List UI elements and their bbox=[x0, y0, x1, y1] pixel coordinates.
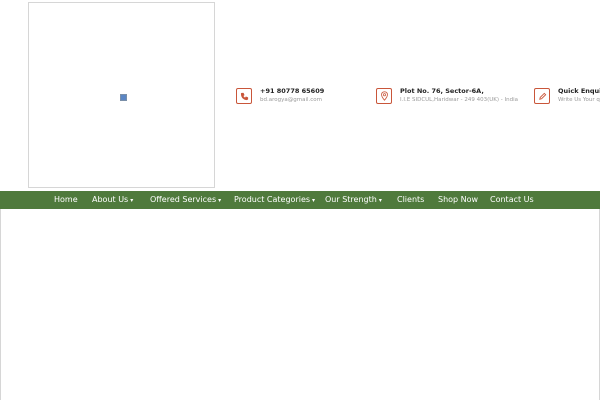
nav-item-product-categories[interactable]: Product Categories ▾ bbox=[234, 195, 315, 206]
contact-phone[interactable]: +91 80778 65609 bd.arogya@gmail.com bbox=[236, 87, 324, 104]
phone-icon bbox=[236, 88, 252, 104]
nav-label: Our Strength bbox=[325, 195, 377, 204]
address-line-1: Plot No. 76, Sector-6A, bbox=[400, 87, 484, 95]
contact-address: Plot No. 76, Sector-6A, I.I.E SIDCUL,Har… bbox=[376, 87, 518, 104]
phone-number[interactable]: +91 80778 65609 bbox=[260, 87, 324, 96]
main-navigation: Home About Us ▾ Offered Services ▾ Product… bbox=[0, 191, 600, 209]
map-pin-icon bbox=[376, 88, 392, 104]
nav-label: Offered Services bbox=[150, 195, 217, 204]
nav-label: Home bbox=[54, 195, 78, 204]
nav-label: Clients bbox=[397, 195, 425, 204]
caret-down-icon: ▾ bbox=[130, 197, 134, 204]
logo-container[interactable] bbox=[28, 2, 215, 188]
caret-down-icon: ▾ bbox=[378, 197, 382, 204]
main-content-area bbox=[0, 209, 600, 400]
nav-item-clients[interactable]: Clients bbox=[397, 195, 424, 205]
nav-label: Contact Us bbox=[490, 195, 534, 204]
enquiry-title[interactable]: Quick Enquiry bbox=[558, 87, 600, 96]
nav-label: Product Categories bbox=[234, 195, 311, 204]
nav-item-shop-now[interactable]: Shop Now bbox=[438, 195, 478, 205]
nav-label: About Us bbox=[92, 195, 129, 204]
caret-down-icon: ▾ bbox=[312, 197, 316, 204]
address-line-2: I.I.E SIDCUL,Haridwar - 249 403(UK) - In… bbox=[400, 97, 519, 103]
pencil-icon bbox=[534, 88, 550, 104]
nav-item-contact-us[interactable]: Contact Us bbox=[490, 195, 534, 205]
enquiry-subtitle: Write Us Your q bbox=[558, 97, 600, 103]
nav-item-our-strength[interactable]: Our Strength ▾ bbox=[325, 195, 382, 206]
nav-item-offered-services[interactable]: Offered Services ▾ bbox=[150, 195, 221, 206]
contact-enquiry[interactable]: Quick Enquiry Write Us Your q bbox=[534, 87, 600, 104]
email-address[interactable]: bd.arogya@gmail.com bbox=[260, 96, 324, 104]
nav-item-home[interactable]: Home bbox=[54, 195, 78, 205]
nav-item-about-us[interactable]: About Us ▾ bbox=[92, 195, 133, 206]
caret-down-icon: ▾ bbox=[218, 197, 222, 204]
nav-label: Shop Now bbox=[438, 195, 479, 204]
broken-image-icon bbox=[120, 94, 127, 101]
